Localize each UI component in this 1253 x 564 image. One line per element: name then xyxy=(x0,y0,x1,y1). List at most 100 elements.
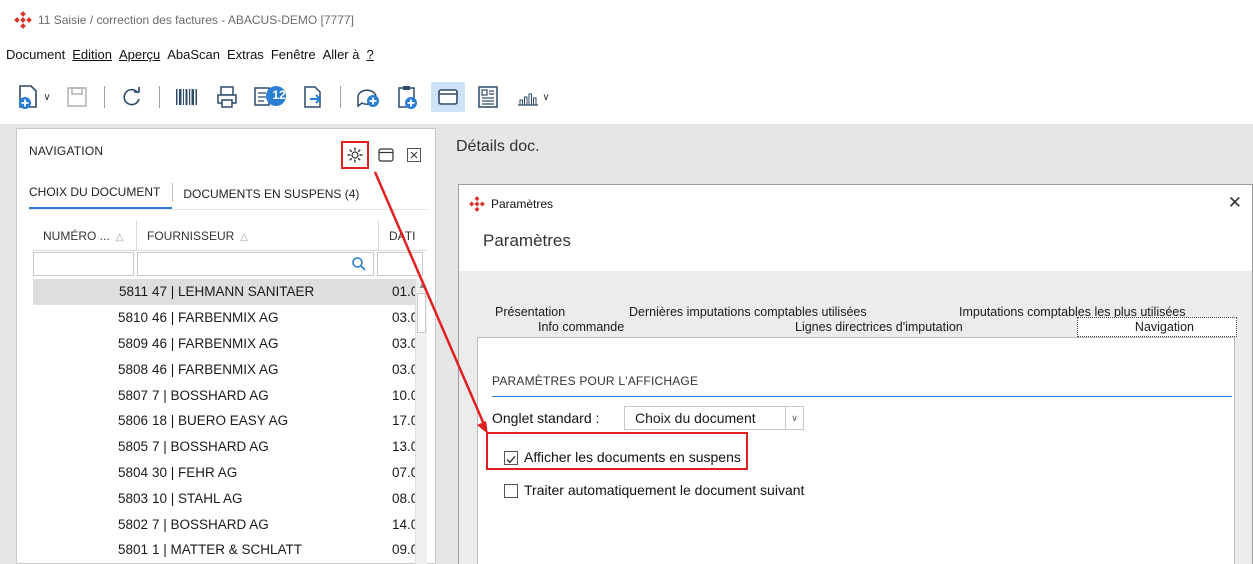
table-row[interactable]: 5802 7 | BOSSHARD AG 14.0 xyxy=(33,511,427,537)
table-row[interactable]: 5808 46 | FARBENMIX AG 03.0 xyxy=(33,356,427,382)
filter-input-numero[interactable] xyxy=(33,252,134,276)
close-icon[interactable]: ✕ xyxy=(1228,193,1242,213)
tab-presentation[interactable]: Présentation xyxy=(495,305,565,319)
column-header-fournisseur[interactable]: FOURNISSEUR △ xyxy=(137,221,379,250)
barcode-button[interactable] xyxy=(170,82,204,112)
tab-documents-en-suspens[interactable]: DOCUMENTS EN SUSPENS (4) xyxy=(183,187,371,209)
scrollbar-thumb[interactable] xyxy=(417,293,426,333)
export-button[interactable] xyxy=(296,82,330,112)
cell-numero: 5803 xyxy=(117,490,148,506)
close-panel-button[interactable] xyxy=(403,144,425,166)
save-button[interactable] xyxy=(60,82,94,112)
auto-next-label[interactable]: Traiter automatiquement le document suiv… xyxy=(524,482,804,498)
document-count-button[interactable]: 12 xyxy=(250,82,290,112)
barcode-icon xyxy=(176,89,197,105)
menu-bar: Document Edition Aperçu AbaScan Extras F… xyxy=(6,42,381,66)
sort-ascending-icon: △ xyxy=(240,232,249,243)
table-row[interactable]: 5811 47 | LEHMANN SANITAER 01.0 xyxy=(33,279,427,305)
cell-fournisseur: 1 | MATTER & SCHLATT xyxy=(152,542,303,558)
cell-fournisseur: 46 | FARBENMIX AG xyxy=(152,335,279,351)
toolbar-separator xyxy=(104,86,105,108)
column-header-label: DATI xyxy=(389,229,416,243)
chevron-down-icon: ∨ xyxy=(43,91,51,103)
scroll-up-icon[interactable]: ▲ xyxy=(418,281,426,290)
menu-extras[interactable]: Extras xyxy=(227,47,269,62)
default-tab-label: Onglet standard : xyxy=(492,410,600,426)
tab-choix-du-document[interactable]: CHOIX DU DOCUMENT xyxy=(29,185,173,209)
dialog-heading: Paramètres xyxy=(483,231,571,250)
chevron-down-icon[interactable]: ∨ xyxy=(785,407,803,429)
vertical-scrollbar[interactable]: ▲ xyxy=(415,279,427,564)
new-document-icon xyxy=(19,85,38,109)
auto-next-checkbox[interactable] xyxy=(504,484,518,498)
menu-help[interactable]: ? xyxy=(366,47,378,62)
tab-separator xyxy=(172,183,174,201)
cell-fournisseur: 7 | BOSSHARD AG xyxy=(152,439,269,455)
form-layout-icon xyxy=(478,86,498,108)
section-title: PARAMÈTRES POUR L'AFFICHAGE xyxy=(492,374,699,388)
menu-apercu[interactable]: Aperçu xyxy=(119,47,165,62)
table-row[interactable]: 5806 18 | BUERO EASY AG 17.0 xyxy=(33,408,427,434)
menu-aller-a[interactable]: Aller à xyxy=(323,47,365,62)
table-row[interactable]: 5807 7 | BOSSHARD AG 10.0 xyxy=(33,382,427,408)
settings-button[interactable] xyxy=(341,141,369,169)
refresh-button[interactable] xyxy=(115,82,149,112)
gear-icon xyxy=(347,147,363,163)
filter-input-fournisseur[interactable] xyxy=(137,252,374,276)
cell-fournisseur: 30 | FEHR AG xyxy=(152,464,238,480)
navigation-header-icons xyxy=(341,141,425,169)
search-icon xyxy=(352,257,366,271)
cell-fournisseur: 47 | LEHMANN SANITAER xyxy=(152,284,315,300)
clipboard-add-button[interactable] xyxy=(391,82,425,112)
clipboard-add-icon xyxy=(398,86,417,109)
comment-button[interactable] xyxy=(351,82,385,112)
table-row[interactable]: 5809 46 | FARBENMIX AG 03.0 xyxy=(33,331,427,357)
default-tab-select[interactable]: Choix du document ∨ xyxy=(624,406,804,430)
add-comment-icon xyxy=(357,89,379,108)
tab-dernieres-imputations[interactable]: Dernières imputations comptables utilisé… xyxy=(629,305,867,319)
menu-edition[interactable]: Edition xyxy=(72,47,117,62)
sort-ascending-icon: △ xyxy=(115,232,124,243)
grid-filter-row xyxy=(33,252,427,278)
column-header-label: FOURNISSEUR xyxy=(147,229,235,243)
cell-fournisseur: 10 | STAHL AG xyxy=(152,490,243,506)
title-bar: 11 Saisie / correction des factures - AB… xyxy=(0,0,1253,40)
cell-numero: 5802 xyxy=(117,516,148,532)
cell-fournisseur: 7 | BOSSHARD AG xyxy=(152,387,269,403)
tab-navigation[interactable]: Navigation xyxy=(1077,317,1237,337)
tab-info-commande[interactable]: Info commande xyxy=(538,320,624,334)
menu-document[interactable]: Document xyxy=(6,47,70,62)
menu-fenetre[interactable]: Fenêtre xyxy=(271,47,321,62)
cell-fournisseur: 7 | BOSSHARD AG xyxy=(152,516,269,532)
navigation-title: NAVIGATION xyxy=(29,144,104,158)
cell-numero: 5806 xyxy=(117,413,148,429)
column-header-date[interactable]: DATI xyxy=(379,221,427,250)
close-icon xyxy=(407,148,421,162)
grid-rows: 5811 47 | LEHMANN SANITAER 01.0 5810 46 … xyxy=(33,279,427,564)
printer-icon xyxy=(217,86,237,108)
new-document-button[interactable]: ∨ xyxy=(14,82,54,112)
form-layout-button[interactable] xyxy=(471,82,505,112)
table-row[interactable]: 5803 10 | STAHL AG 08.0 xyxy=(33,485,427,511)
show-pending-label[interactable]: Afficher les documents en suspens xyxy=(524,449,741,465)
table-row[interactable]: 5805 7 | BOSSHARD AG 13.0 xyxy=(33,434,427,460)
detach-window-button[interactable] xyxy=(375,144,397,166)
cell-numero: 5801 xyxy=(117,542,148,558)
window-title: 11 Saisie / correction des factures - AB… xyxy=(38,13,354,27)
print-button[interactable] xyxy=(210,82,244,112)
table-row[interactable]: 5804 30 | FEHR AG 07.0 xyxy=(33,460,427,486)
window-layout-button[interactable] xyxy=(431,82,465,112)
section-divider xyxy=(492,396,1232,397)
filter-input-date[interactable] xyxy=(377,252,423,276)
tab-lignes-directrices[interactable]: Lignes directrices d'imputation xyxy=(795,320,963,334)
chart-button[interactable]: ∨ xyxy=(511,82,555,112)
menu-abascan[interactable]: AbaScan xyxy=(167,47,225,62)
column-header-numero[interactable]: NUMÉRO ... △ xyxy=(33,221,137,250)
abacus-logo-icon xyxy=(14,11,32,29)
table-row[interactable]: 5810 46 | FARBENMIX AG 03.0 xyxy=(33,305,427,331)
save-icon xyxy=(67,87,87,107)
cell-fournisseur: 46 | FARBENMIX AG xyxy=(152,310,279,326)
show-pending-checkbox[interactable] xyxy=(504,451,518,465)
navigation-panel: NAVIGATION CHOIX DU DOCUMENT DOCUMENTS E… xyxy=(16,128,436,564)
table-row[interactable]: 5801 1 | MATTER & SCHLATT 09.0 xyxy=(33,537,427,563)
